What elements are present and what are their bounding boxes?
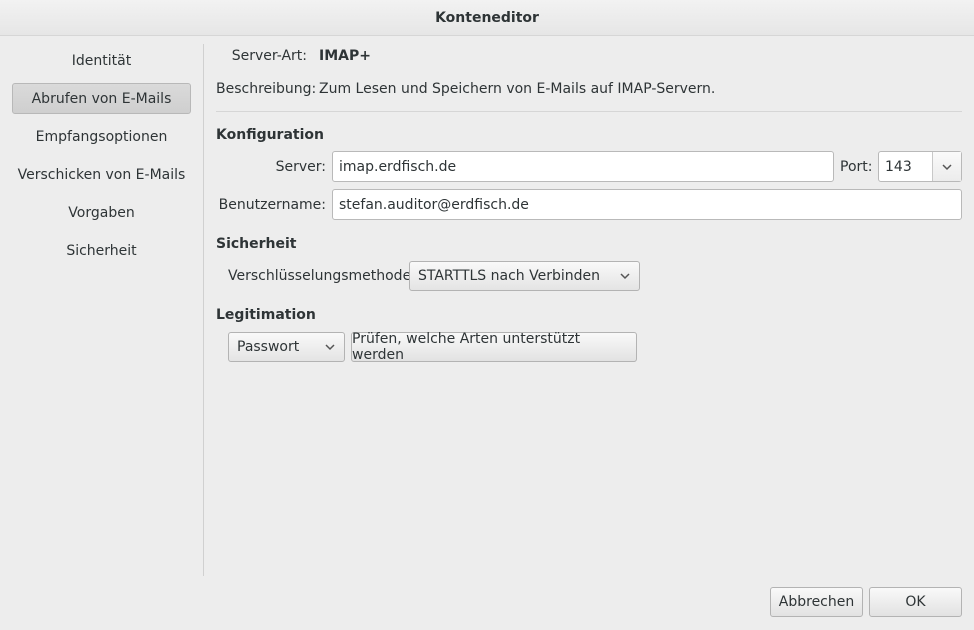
sidebar-item-security[interactable]: Sicherheit [12,235,191,266]
encryption-select[interactable]: STARTTLS nach Verbinden [409,261,640,291]
window-title: Konteneditor [435,9,539,26]
description-label: Beschreibung: [216,81,317,97]
description-value: Zum Lesen und Speichern von E-Mails auf … [319,81,716,97]
check-auth-types-button[interactable]: Prüfen, welche Arten unterstützt werden [351,331,637,363]
sidebar-item-label: Sicherheit [66,242,137,259]
cancel-button[interactable]: Abbrechen [770,587,863,617]
server-type-label: Server-Art: [231,48,307,64]
username-input[interactable]: stefan.auditor@erdfisch.de [332,189,962,220]
sidebar: Identität Abrufen von E-Mails Empfangsop… [0,44,204,576]
sidebar-item-label: Abrufen von E-Mails [31,90,172,107]
username-input-value: stefan.auditor@erdfisch.de [339,196,529,213]
server-type-value: IMAP+ [319,48,371,64]
server-input-value: imap.erdfisch.de [339,158,457,175]
auth-method-value: Passwort [237,339,300,355]
sidebar-item-defaults[interactable]: Vorgaben [12,197,191,228]
port-label: Port: [840,159,873,175]
security-heading: Sicherheit [216,236,297,252]
check-auth-types-label: Prüfen, welche Arten unterstützt werden [352,331,581,363]
chevron-down-icon [325,344,335,351]
chevron-down-icon [942,163,952,170]
sidebar-item-label: Empfangsoptionen [35,128,168,145]
sidebar-item-identity[interactable]: Identität [12,45,191,76]
ok-button-label: OK [905,594,926,610]
chevron-down-icon [620,273,630,280]
sidebar-item-label: Verschicken von E-Mails [17,166,186,183]
sidebar-item-send-mail[interactable]: Verschicken von E-Mails [12,159,191,190]
auth-method-select[interactable]: Passwort [228,332,345,362]
section-divider [216,111,962,112]
username-label: Benutzername: [218,197,326,213]
configuration-heading: Konfiguration [216,127,324,143]
sidebar-item-label: Identität [71,52,132,69]
sidebar-item-fetch-mail[interactable]: Abrufen von E-Mails [12,83,191,114]
port-value: 143 [885,158,912,175]
encryption-select-value: STARTTLS nach Verbinden [418,268,600,284]
port-dropdown-button[interactable] [932,152,961,181]
window-titlebar: Konteneditor [0,0,974,36]
sidebar-item-label: Vorgaben [68,204,135,221]
sidebar-item-receive-options[interactable]: Empfangsoptionen [12,121,191,152]
authentication-heading: Legitimation [216,307,316,323]
server-label: Server: [275,159,326,175]
encryption-label: Verschlüsselungsmethode: [228,268,416,284]
cancel-button-label: Abbrechen [778,594,855,610]
ok-button[interactable]: OK [869,587,962,617]
port-field[interactable]: 143 [878,151,962,182]
server-input[interactable]: imap.erdfisch.de [332,151,834,182]
